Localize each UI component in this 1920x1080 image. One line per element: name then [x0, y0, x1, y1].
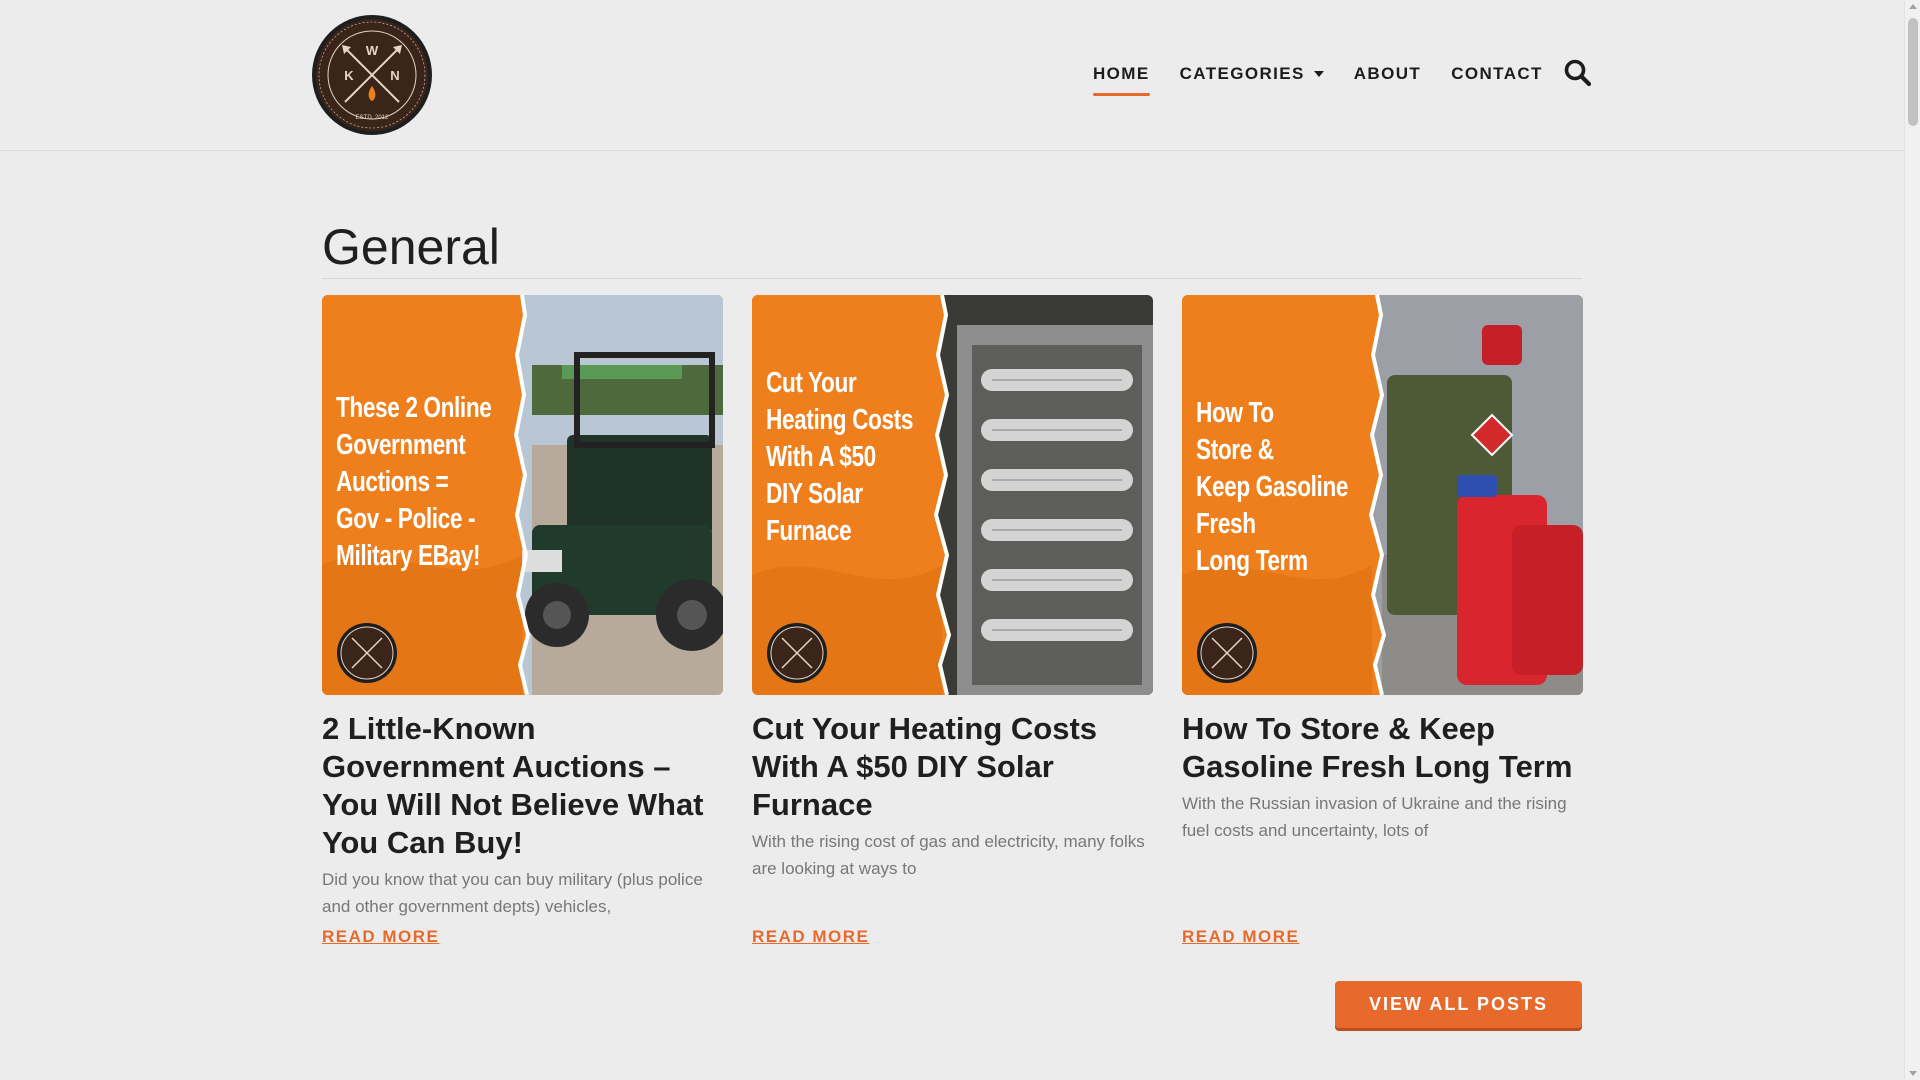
site-header: W K N ESTD. 2012 HOME CATEGORIES ABOUT C… [0, 0, 1904, 151]
view-all-posts-button[interactable]: VIEW ALL POSTS [1335, 981, 1582, 1028]
caret-down-icon [1313, 71, 1324, 77]
page-scrollbar[interactable] [1904, 0, 1920, 1080]
thumbnail-headline: These 2 Online Government Auctions = Gov… [336, 392, 492, 572]
svg-text:K: K [344, 68, 354, 83]
svg-text:N: N [390, 68, 399, 83]
svg-text:ESTD. 2012: ESTD. 2012 [356, 115, 389, 121]
thumbnail-headline: Cut Your Heating Costs With A $50 DIY So… [766, 367, 914, 547]
nav-contact[interactable]: CONTACT [1451, 60, 1543, 88]
nav-home[interactable]: HOME [1093, 60, 1150, 96]
read-more-link[interactable]: READ MORE [752, 927, 869, 947]
read-more-link[interactable]: READ MORE [322, 927, 439, 947]
nav-about[interactable]: ABOUT [1354, 60, 1421, 88]
post-thumbnail[interactable]: Cut Your Heating Costs With A $50 DIY So… [752, 295, 1153, 695]
section-title: General [322, 219, 500, 275]
post-excerpt: With the rising cost of gas and electric… [752, 832, 1145, 878]
post-card: Cut Your Heating Costs With A $50 DIY So… [752, 295, 1153, 882]
main-nav: HOME CATEGORIES ABOUT CONTACT [1093, 60, 1573, 96]
scroll-up-arrow-icon[interactable] [1909, 4, 1917, 9]
svg-text:W: W [366, 43, 379, 58]
post-thumbnail[interactable]: How To Store & Keep Gasoline Fresh Long … [1182, 295, 1583, 695]
scroll-thumb[interactable] [1908, 18, 1918, 126]
search-icon[interactable] [1563, 58, 1593, 88]
post-title[interactable]: How To Store & Keep Gasoline Fresh Long … [1182, 710, 1583, 786]
post-card: How To Store & Keep Gasoline Fresh Long … [1182, 295, 1583, 844]
site-logo[interactable]: W K N ESTD. 2012 [311, 14, 433, 136]
post-card: These 2 Online Government Auctions = Gov… [322, 295, 723, 920]
post-thumbnail[interactable]: These 2 Online Government Auctions = Gov… [322, 295, 723, 695]
post-title[interactable]: 2 Little-Known Government Auctions – You… [322, 710, 723, 862]
post-title[interactable]: Cut Your Heating Costs With A $50 DIY So… [752, 710, 1153, 824]
post-excerpt: With the Russian invasion of Ukraine and… [1182, 794, 1567, 840]
section-divider [322, 278, 1582, 279]
thumbnail-headline: How To Store & Keep Gasoline Fresh Long … [1196, 397, 1349, 577]
scroll-down-arrow-icon[interactable] [1909, 1071, 1917, 1076]
nav-categories[interactable]: CATEGORIES [1180, 60, 1324, 88]
post-excerpt: Did you know that you can buy military (… [322, 870, 703, 916]
read-more-link[interactable]: READ MORE [1182, 927, 1299, 947]
